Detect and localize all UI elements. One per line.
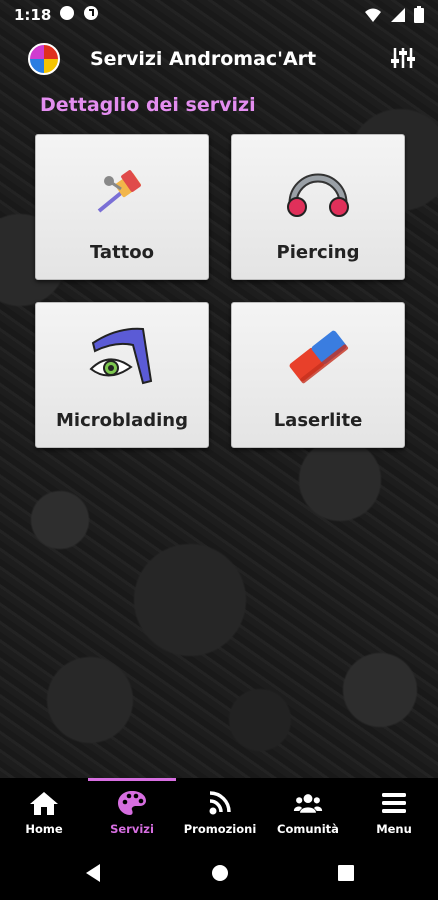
service-card-tattoo[interactable]: Tattoo <box>35 134 209 280</box>
eyebrow-eye-icon <box>89 327 153 385</box>
sliders-icon <box>391 48 415 68</box>
service-label: Microblading <box>56 410 188 431</box>
signal-icon <box>390 7 406 27</box>
home-system-button[interactable] <box>210 863 230 887</box>
hamburger-menu-icon <box>382 793 406 813</box>
tattoo-machine-icon <box>97 170 141 213</box>
palette-icon <box>118 791 146 815</box>
section-title: Dettaglio dei servizi <box>40 94 256 116</box>
nav-label: Comunità <box>277 822 339 836</box>
app-title: Servizi Andromac'Art <box>90 48 317 70</box>
back-triangle-icon <box>86 864 100 882</box>
piercing-ring-icon <box>287 173 349 217</box>
nav-home[interactable]: Home <box>0 790 88 844</box>
home-icon <box>30 792 58 815</box>
nav-label: Menu <box>376 822 412 836</box>
system-navigation-bar <box>0 846 438 900</box>
users-icon <box>293 794 323 813</box>
recents-button[interactable] <box>337 863 355 887</box>
nav-label: Home <box>25 822 63 836</box>
service-card-microblading[interactable]: Microblading <box>35 302 209 448</box>
nav-servizi[interactable]: Servizi <box>88 790 176 844</box>
bottom-navigation: Home Servizi Promozioni Comunità Menu <box>0 778 438 846</box>
notification-dot-icon <box>59 5 75 25</box>
service-card-laserlite[interactable]: Laserlite <box>231 302 405 448</box>
app-logo <box>28 43 60 75</box>
nav-label: Promozioni <box>183 822 257 836</box>
wifi-icon <box>364 7 382 27</box>
service-card-piercing[interactable]: Piercing <box>231 134 405 280</box>
rss-feed-icon <box>209 791 231 815</box>
back-button[interactable] <box>84 863 102 887</box>
app-notification-icon <box>83 5 99 25</box>
home-circle-icon <box>212 865 228 881</box>
nav-label: Servizi <box>110 822 154 836</box>
recents-square-icon <box>338 865 354 881</box>
filter-settings-button[interactable] <box>390 45 416 71</box>
service-label: Piercing <box>276 242 360 263</box>
status-time: 1:18 <box>14 6 52 24</box>
nav-promozioni[interactable]: Promozioni <box>176 790 264 844</box>
nav-menu[interactable]: Menu <box>350 790 438 844</box>
battery-icon <box>414 6 424 27</box>
service-label: Tattoo <box>89 242 155 263</box>
app-bar: Servizi Andromac'Art <box>0 36 438 82</box>
service-label: Laserlite <box>273 410 363 431</box>
eraser-icon <box>289 330 349 384</box>
status-bar: 1:18 <box>0 0 438 30</box>
nav-comunita[interactable]: Comunità <box>264 790 352 844</box>
active-tab-indicator <box>88 778 176 781</box>
